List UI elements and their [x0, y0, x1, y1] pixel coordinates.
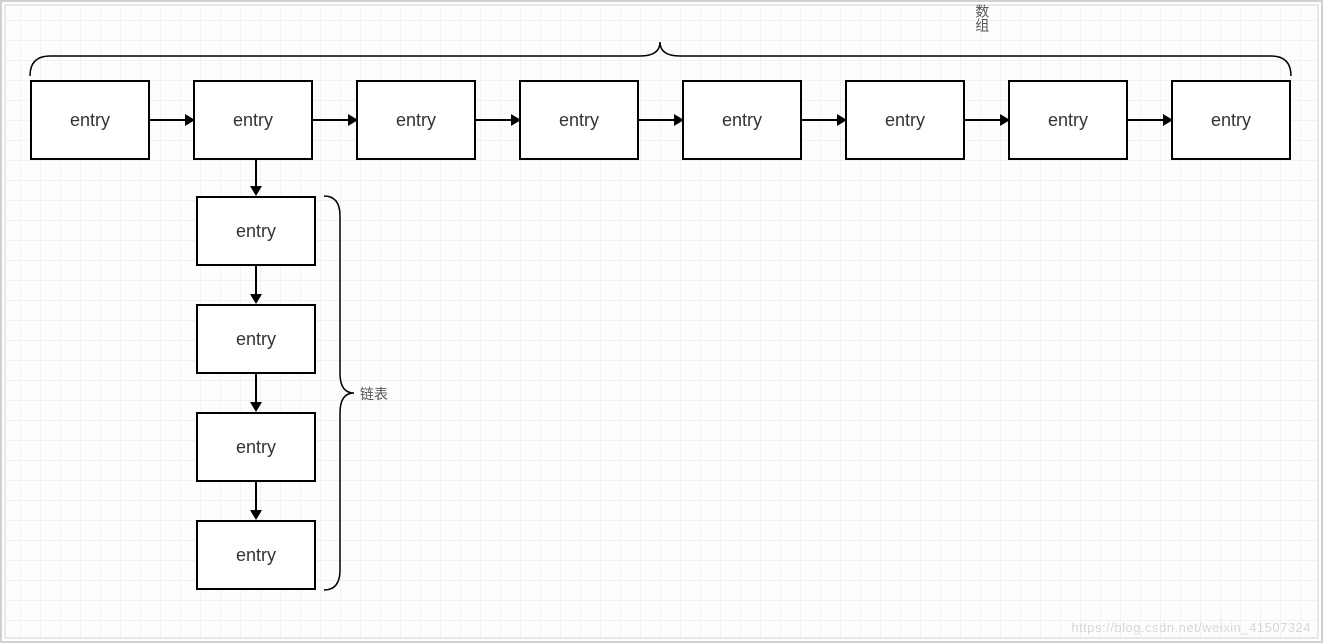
array-entry-0: entry [30, 80, 150, 160]
entry-text: entry [396, 110, 436, 131]
chain-entry-2: entry [196, 412, 316, 482]
arrow-right-icon [476, 119, 519, 121]
array-entry-6: entry [1008, 80, 1128, 160]
arrow-right-icon [639, 119, 682, 121]
watermark: https://blog.csdn.net/weixin_41507324 [1071, 620, 1311, 635]
arrow-right-icon [965, 119, 1008, 121]
entry-text: entry [236, 545, 276, 566]
entry-text: entry [236, 329, 276, 350]
arrow-down-icon [255, 160, 257, 194]
chain-brace [324, 196, 354, 590]
arrow-right-icon [150, 119, 193, 121]
chain-entry-0: entry [196, 196, 316, 266]
top-brace [30, 42, 1291, 76]
linked-list-label: 链表 [360, 384, 388, 404]
arrow-right-icon [802, 119, 845, 121]
array-entry-5: entry [845, 80, 965, 160]
chain-entry-1: entry [196, 304, 316, 374]
arrow-right-icon [313, 119, 356, 121]
entry-text: entry [722, 110, 762, 131]
arrow-down-icon [255, 482, 257, 518]
entry-text: entry [559, 110, 599, 131]
entry-text: entry [70, 110, 110, 131]
array-entry-2: entry [356, 80, 476, 160]
diagram-canvas: 数组 entry entry entry entry entry entry e… [0, 0, 1323, 643]
array-label: 数组 [331, 4, 993, 32]
array-entry-4: entry [682, 80, 802, 160]
arrow-down-icon [255, 266, 257, 302]
array-entry-1: entry [193, 80, 313, 160]
entry-text: entry [236, 221, 276, 242]
chain-entry-3: entry [196, 520, 316, 590]
arrow-right-icon [1128, 119, 1171, 121]
arrow-down-icon [255, 374, 257, 410]
array-entry-7: entry [1171, 80, 1291, 160]
array-entry-3: entry [519, 80, 639, 160]
entry-text: entry [1211, 110, 1251, 131]
entry-text: entry [236, 437, 276, 458]
entry-text: entry [885, 110, 925, 131]
entry-text: entry [1048, 110, 1088, 131]
entry-text: entry [233, 110, 273, 131]
